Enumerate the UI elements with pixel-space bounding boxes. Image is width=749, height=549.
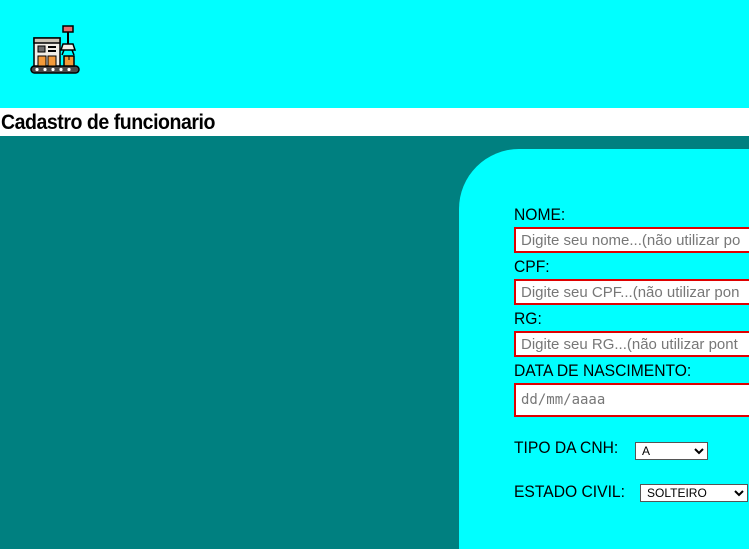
estado-civil-label: ESTADO CIVIL: [514, 482, 625, 501]
cpf-input[interactable] [514, 279, 749, 305]
title-bar: Cadastro de funcionario [0, 108, 749, 136]
estado-civil-select[interactable]: SOLTEIRO [640, 484, 748, 502]
nome-label: NOME: [514, 205, 566, 224]
nascimento-label: DATA DE NASCIMENTO: [514, 361, 692, 380]
cnh-select[interactable]: A [635, 442, 708, 460]
header-bar [0, 0, 749, 108]
factory-robot-arm-icon [30, 25, 80, 74]
cpf-label: CPF: [514, 257, 550, 276]
cnh-label: TIPO DA CNH: [514, 438, 619, 457]
nome-input[interactable] [514, 227, 749, 253]
nascimento-date-input[interactable] [514, 383, 749, 417]
rg-label: RG: [514, 309, 542, 328]
page-title: Cadastro de funcionario [1, 111, 215, 134]
rg-input[interactable] [514, 331, 749, 357]
